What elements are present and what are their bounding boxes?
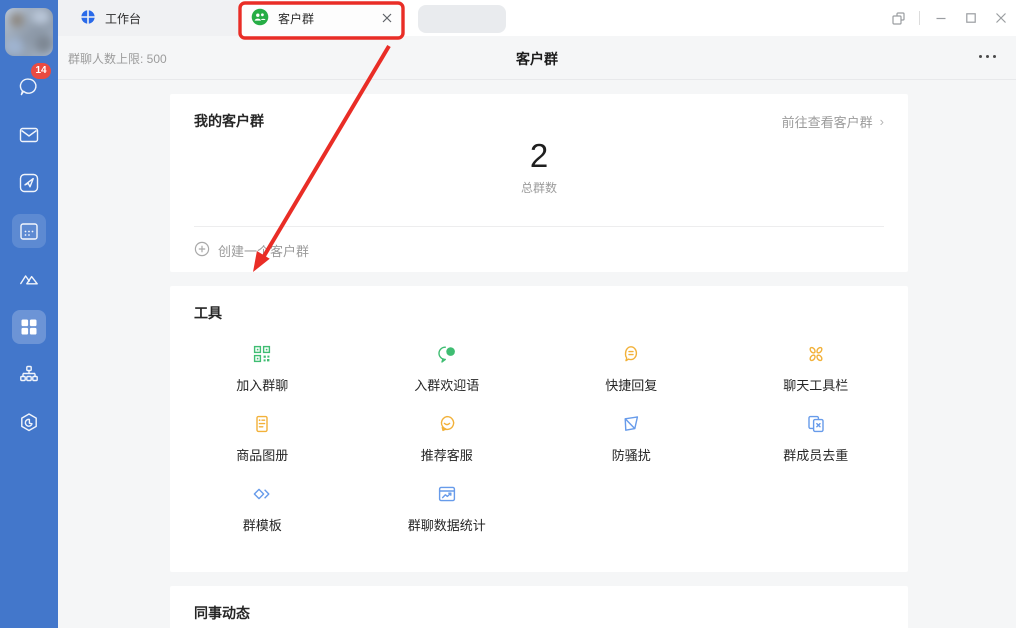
sidebar-item-gallery[interactable]: [12, 262, 46, 296]
window-controls-divider: [919, 11, 920, 25]
avatar[interactable]: [5, 8, 53, 56]
workbench-tab-icon: [80, 9, 96, 28]
org-chart-icon: [17, 363, 41, 387]
inactive-tab-placeholder[interactable]: [418, 5, 506, 33]
tool-label: 群模板: [243, 515, 282, 534]
tool-group-stats[interactable]: 群聊数据统计: [355, 484, 540, 554]
group-stats-icon: [437, 484, 457, 504]
popout-windows-icon[interactable]: [883, 0, 913, 36]
feed-card: 同事动态: [170, 586, 908, 628]
dedupe-members-icon: [806, 414, 826, 434]
unread-badge: 14: [31, 63, 51, 79]
product-catalog-icon: [252, 414, 272, 434]
tool-join-group[interactable]: 加入群聊: [170, 344, 355, 414]
sidebar-item-calendar[interactable]: [12, 214, 46, 248]
my-groups-title: 我的客户群: [194, 111, 264, 131]
create-group-label: 创建一个客户群: [218, 241, 309, 260]
tool-label: 群成员去重: [783, 445, 848, 464]
tool-quick-reply[interactable]: 快捷回复: [539, 344, 724, 414]
tab-workbench[interactable]: 工作台: [80, 0, 141, 36]
qr-code-icon: [252, 344, 272, 364]
tool-label: 聊天工具栏: [783, 375, 848, 394]
svg-text:Hi: Hi: [448, 349, 452, 354]
tab-customer-group[interactable]: 客户群: [240, 0, 403, 36]
sidebar: 14: [0, 0, 58, 628]
page-title: 客户群: [58, 49, 1016, 69]
sidebar-item-mail[interactable]: [12, 118, 46, 152]
customer-group-tab-icon: [251, 8, 269, 29]
maximize-icon[interactable]: [956, 0, 986, 36]
tool-welcome-message[interactable]: Hi 入群欢迎语: [355, 344, 540, 414]
tool-label: 防骚扰: [612, 445, 651, 464]
sidebar-item-messages[interactable]: 14: [12, 70, 46, 104]
view-groups-link-label: 前往查看客户群: [782, 112, 873, 131]
total-group-label: 总群数: [170, 179, 908, 196]
anti-spam-flag-icon: [621, 414, 641, 434]
total-group-count: 2: [170, 138, 908, 174]
sidebar-item-workbench[interactable]: [12, 310, 46, 344]
tab-strip: 工作台 客户群: [58, 0, 1016, 36]
tab-close-icon[interactable]: [381, 12, 393, 24]
tools-card: 工具: [170, 286, 908, 572]
tool-label: 推荐客服: [421, 445, 473, 464]
tool-group-template[interactable]: 群模板: [170, 484, 355, 554]
my-groups-card: 我的客户群 前往查看客户群 › 2 总群数: [170, 94, 908, 272]
close-icon[interactable]: [986, 0, 1016, 36]
docs-share-icon: [17, 171, 41, 195]
create-group-button[interactable]: 创建一个客户群: [194, 241, 309, 260]
chevron-right-icon: ›: [880, 114, 884, 129]
tools-grid: 加入群聊 Hi 入群欢迎语: [170, 344, 908, 554]
recommend-service-icon: [437, 414, 457, 434]
more-options-icon[interactable]: [979, 55, 996, 58]
sidebar-item-docs[interactable]: [12, 166, 46, 200]
customer-group-tab-label: 客户群: [278, 10, 314, 27]
tool-label: 加入群聊: [236, 375, 288, 394]
tool-dedupe-members[interactable]: 群成员去重: [724, 414, 909, 484]
view-groups-link[interactable]: 前往查看客户群 ›: [782, 112, 884, 131]
minimize-icon[interactable]: [926, 0, 956, 36]
wechat-work-window: 14: [0, 0, 1016, 628]
tool-label: 入群欢迎语: [414, 375, 479, 394]
calendar-icon: [17, 219, 41, 243]
apps-hexagon-icon: [17, 411, 41, 435]
chat-toolbar-icon: [806, 344, 826, 364]
gallery-icon: [17, 267, 41, 291]
window-controls: [883, 0, 1016, 36]
welcome-bubble-icon: Hi: [437, 344, 457, 364]
plus-circle-icon: [194, 241, 210, 260]
tool-label: 快捷回复: [605, 375, 657, 394]
page-header: 群聊人数上限: 500 客户群: [58, 36, 1016, 80]
tool-label: 群聊数据统计: [408, 515, 486, 534]
content-area: 我的客户群 前往查看客户群 › 2 总群数: [58, 80, 1016, 628]
workbench-grid-icon: [18, 316, 40, 338]
group-count-block: 2 总群数: [170, 138, 908, 196]
workbench-tab-label: 工作台: [105, 10, 141, 27]
tool-product-catalog[interactable]: 商品图册: [170, 414, 355, 484]
tool-recommend-service[interactable]: 推荐客服: [355, 414, 540, 484]
group-template-icon: [252, 484, 272, 504]
sidebar-item-contacts[interactable]: [12, 358, 46, 392]
tools-title: 工具: [170, 303, 908, 323]
sidebar-item-apps[interactable]: [12, 406, 46, 440]
quick-reply-icon: [621, 344, 641, 364]
tool-label: 商品图册: [236, 445, 288, 464]
tool-chat-toolbar[interactable]: 聊天工具栏: [724, 344, 909, 414]
main-area: 工作台 客户群: [58, 0, 1016, 628]
mail-icon: [17, 123, 41, 147]
card-divider: [194, 226, 884, 227]
tool-anti-spam[interactable]: 防骚扰: [539, 414, 724, 484]
avatar-image: [5, 8, 53, 56]
feed-title: 同事动态: [194, 603, 884, 623]
